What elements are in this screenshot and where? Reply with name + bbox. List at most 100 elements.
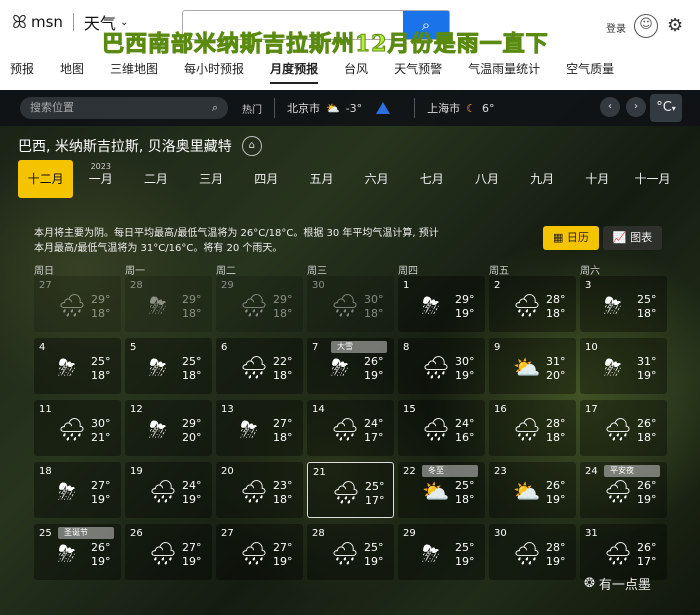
alert-icon[interactable]: [376, 102, 391, 114]
high-temp: 24°: [182, 479, 202, 492]
unit-toggle[interactable]: °C▾: [650, 94, 682, 122]
login-link[interactable]: 登录: [606, 20, 626, 35]
tab-month-1[interactable]: 一月 2023: [73, 160, 128, 198]
tab-month-9[interactable]: 九月: [515, 160, 570, 198]
tab-month-7[interactable]: 七月: [404, 160, 459, 198]
day-cell[interactable]: 2 🌧 28° 18°: [489, 276, 576, 332]
sun-cloud-icon: ⛅: [422, 480, 450, 505]
day-cell[interactable]: 25 圣诞节 ⛈ 26° 19°: [34, 524, 121, 580]
day-cell[interactable]: 4 ⛈ 25° 18°: [34, 338, 121, 394]
thunder-cloud-icon: ⛈: [58, 542, 76, 567]
nav-typhoon[interactable]: 台风: [344, 54, 378, 88]
day-cell[interactable]: 30 🌧 28° 19°: [489, 524, 576, 580]
day-cell[interactable]: 3 ⛈ 25° 18°: [580, 276, 667, 332]
high-temp: 26°: [637, 479, 657, 492]
nav-monthly[interactable]: 月度预报: [270, 54, 328, 88]
day-cell[interactable]: 15 🌧 24° 16°: [398, 400, 485, 456]
rain-cloud-icon: 🌧: [513, 294, 541, 319]
day-cell[interactable]: 1 ⛈ 29° 19°: [398, 276, 485, 332]
prev-arrow-icon[interactable]: ‹: [600, 97, 620, 117]
day-number: 29: [403, 528, 416, 539]
location-search-input[interactable]: 搜索位置 ⌕: [20, 97, 228, 119]
tab-month-10[interactable]: 十月: [570, 160, 625, 198]
nav-forecast[interactable]: 预报: [10, 54, 44, 88]
day-cell[interactable]: 11 🌧 30° 21°: [34, 400, 121, 456]
day-cell[interactable]: 20 🌧 23° 18°: [216, 462, 303, 518]
city-name: 北京市: [287, 102, 320, 115]
nav-map[interactable]: 地图: [60, 54, 94, 88]
heavy-rain-cloud-icon: 🌧: [149, 480, 177, 505]
day-cell[interactable]: 5 ⛈ 25° 18°: [125, 338, 212, 394]
weather-stage: 搜索位置 ⌕ 热门 北京市 ⛅ -3° 上海市 ☾ 6° ‹ › °C▾ 巴西,…: [0, 90, 700, 615]
home-icon[interactable]: ⌂: [241, 136, 262, 156]
thunder-cloud-icon: ⛈: [331, 356, 349, 381]
day-cell[interactable]: 14 🌧 24° 17°: [307, 400, 394, 456]
day-cell[interactable]: 12 ⛈ 29° 20°: [125, 400, 212, 456]
day-cell[interactable]: 27 🌧 29° 18°: [34, 276, 121, 332]
high-temp: 31°: [546, 355, 566, 368]
nav-stats[interactable]: 气温雨量统计: [468, 54, 550, 88]
day-number: 23: [494, 466, 507, 477]
day-cell[interactable]: 13 ⛈ 27° 18°: [216, 400, 303, 456]
tab-month-3[interactable]: 三月: [184, 160, 239, 198]
day-cell[interactable]: 16 🌧 28° 18°: [489, 400, 576, 456]
day-cell[interactable]: 7 大雪 ⛈ 26° 19°: [307, 338, 394, 394]
next-arrow-icon[interactable]: ›: [626, 97, 646, 117]
day-cell[interactable]: 19 🌧 24° 19°: [125, 462, 212, 518]
low-temp: 18°: [455, 493, 475, 506]
low-temp: 19°: [546, 493, 566, 506]
low-temp: 19°: [455, 307, 475, 320]
nav-warnings[interactable]: 天气预警: [394, 54, 452, 88]
city-shanghai[interactable]: 上海市 ☾ 6°: [427, 100, 494, 116]
day-cell[interactable]: 30 🌧 30° 18°: [307, 276, 394, 332]
thunder-cloud-icon: ⛈: [149, 356, 167, 381]
day-number: 4: [39, 342, 46, 353]
day-number: 28: [312, 528, 325, 539]
day-number: 11: [39, 404, 52, 415]
day-cell[interactable]: 29 ⛈ 25° 19°: [398, 524, 485, 580]
gear-icon[interactable]: ⚙: [667, 15, 683, 36]
tab-month-4[interactable]: 四月: [239, 160, 294, 198]
day-cell[interactable]: 29 🌧 29° 18°: [216, 276, 303, 332]
day-cell[interactable]: 23 ⛅ 26° 19°: [489, 462, 576, 518]
day-cell[interactable]: 18 ⛈ 27° 19°: [34, 462, 121, 518]
day-cell[interactable]: 6 🌧 22° 18°: [216, 338, 303, 394]
low-temp: 18°: [273, 493, 293, 506]
thunder-cloud-icon: ⛈: [604, 356, 622, 381]
day-cell[interactable]: 24 平安夜 🌧 26° 19°: [580, 462, 667, 518]
day-cell[interactable]: 17 🌧 26° 18°: [580, 400, 667, 456]
tab-month-2[interactable]: 二月: [128, 160, 183, 198]
user-avatar-icon[interactable]: ☺: [634, 14, 658, 38]
day-cell[interactable]: 27 🌧 27° 19°: [216, 524, 303, 580]
low-temp: 20°: [546, 369, 566, 382]
tab-month-6[interactable]: 六月: [349, 160, 404, 198]
day-cell[interactable]: 28 🌧 25° 19°: [307, 524, 394, 580]
tab-month-0[interactable]: 十二月: [18, 160, 74, 198]
day-cell[interactable]: 26 🌧 27° 19°: [125, 524, 212, 580]
day-cell[interactable]: 21 🌧 25° 17°: [307, 462, 394, 518]
heavy-rain-cloud-icon: 🌧: [331, 418, 359, 443]
day-cell[interactable]: 9 ⛅ 31° 20°: [489, 338, 576, 394]
day-cell[interactable]: 8 🌧 30° 19°: [398, 338, 485, 394]
nav-air-quality[interactable]: 空气质量: [566, 54, 624, 88]
wechat-icon: ❂: [584, 576, 595, 591]
city-temp: -3°: [345, 101, 363, 115]
tab-month-8[interactable]: 八月: [459, 160, 514, 198]
place-name: 巴西, 米纳斯吉拉斯, 贝洛奥里藏特: [18, 139, 232, 155]
rain-cloud-icon: 🌧: [604, 480, 632, 505]
day-cell[interactable]: 28 ⛈ 29° 18°: [125, 276, 212, 332]
nav-hourly[interactable]: 每小时预报: [184, 54, 254, 88]
calendar-view-button[interactable]: ▦ 日历: [543, 226, 599, 250]
high-temp: 27°: [182, 541, 202, 554]
day-number: 20: [221, 466, 234, 477]
day-cell[interactable]: 22 冬至 ⛅ 25° 18°: [398, 462, 485, 518]
chart-view-button[interactable]: 📈 图表: [602, 226, 663, 250]
tab-month-11[interactable]: 十一月: [625, 160, 680, 198]
tab-month-5[interactable]: 五月: [294, 160, 349, 198]
nav-3d-map[interactable]: 三维地图: [110, 54, 168, 88]
top-bar: ꕤ msn 天气 ⌄ ⌕ 巴西南部米纳斯吉拉斯州12月份是雨一直下 登录 ☺ ⚙: [0, 0, 700, 58]
high-temp: 26°: [637, 541, 657, 554]
city-beijing[interactable]: 北京市 ⛅ -3°: [287, 100, 391, 116]
day-cell[interactable]: 31 🌧 26° 17°: [580, 524, 667, 580]
day-cell[interactable]: 10 ⛈ 31° 19°: [580, 338, 667, 394]
